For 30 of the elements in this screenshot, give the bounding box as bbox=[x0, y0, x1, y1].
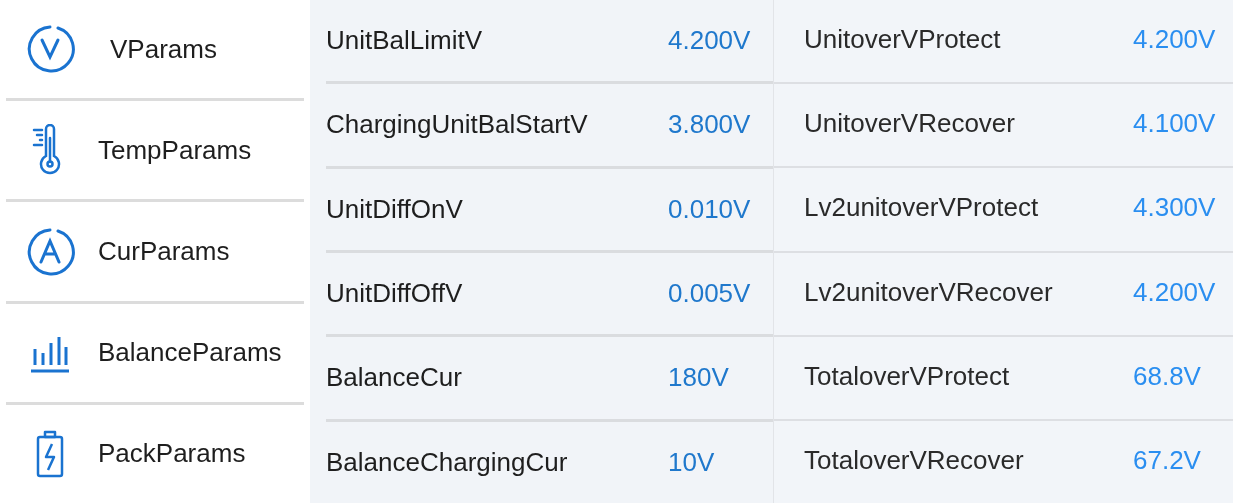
parameter-value[interactable]: 4.100V bbox=[1133, 104, 1216, 144]
parameter-value[interactable]: 0.010V bbox=[668, 189, 751, 229]
parameter-value[interactable]: 3.800V bbox=[668, 105, 751, 145]
parameter-label: UnitDiffOnV bbox=[326, 192, 464, 226]
parameter-label: Lv2unitoverVRecover bbox=[804, 275, 1054, 309]
parameter-value[interactable]: 4.200V bbox=[1133, 20, 1216, 59]
parameter-value[interactable]: 68.8V bbox=[1133, 356, 1201, 396]
parameter-value[interactable]: 67.2V bbox=[1133, 440, 1201, 480]
parameter-value[interactable]: 10V bbox=[668, 442, 715, 482]
parameter-value[interactable]: 4.300V bbox=[1133, 188, 1216, 228]
parameter-label: UnitDiffOffV bbox=[326, 277, 464, 311]
parameter-label: TotaloverVRecover bbox=[804, 443, 1025, 477]
parameter-label: ChargingUnitBalStartV bbox=[326, 108, 589, 142]
sidebar-item[interactable]: PackParams bbox=[6, 404, 304, 503]
parameter-value[interactable]: 4.200V bbox=[668, 21, 751, 61]
parameter-label: BalanceChargingCur bbox=[326, 445, 569, 479]
sidebar-item[interactable]: BalanceParams bbox=[6, 303, 304, 405]
parameter-value[interactable]: 4.200V bbox=[1133, 272, 1216, 312]
parameter-label: Lv2unitoverVProtect bbox=[804, 191, 1040, 225]
battery-icon bbox=[35, 429, 65, 478]
parameter-label: UnitoverVRecover bbox=[804, 107, 1016, 141]
sidebar-item[interactable]: CurParams bbox=[6, 202, 304, 304]
parameter-value[interactable]: 180V bbox=[668, 358, 729, 398]
parameter-label: UnitBalLimitV bbox=[326, 24, 484, 58]
parameter-label: BalanceCur bbox=[326, 361, 463, 395]
parameter-value[interactable]: 0.005V bbox=[668, 274, 751, 314]
sidebar-item[interactable]: VParams bbox=[6, 0, 304, 102]
parameter-label: UnitoverVProtect bbox=[804, 23, 1002, 56]
sidebar-item[interactable]: TempParams bbox=[6, 101, 304, 203]
parameter-label: TotaloverVProtect bbox=[804, 359, 1011, 393]
